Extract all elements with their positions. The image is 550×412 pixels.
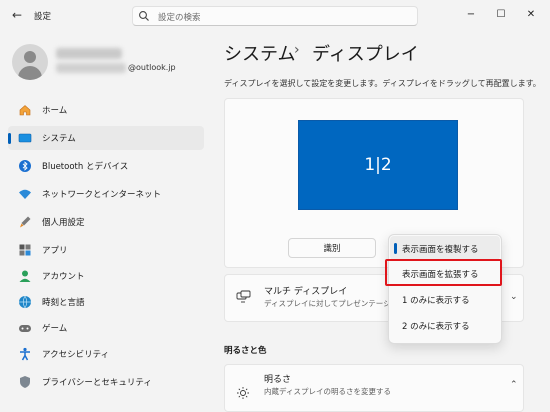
gamepad-icon [18,321,32,335]
chevron-down-icon[interactable]: ⌄ [510,292,518,302]
user-name-redacted [56,48,122,59]
shield-icon [18,375,32,389]
sidebar-item-label: プライバシーとセキュリティ [42,378,152,388]
sidebar-item-accessibility[interactable]: アクセシビリティ [8,342,204,366]
search-icon [139,11,149,21]
sidebar-item-home[interactable]: ホーム [8,98,204,122]
wifi-icon [18,187,32,201]
app-title: 設定 [34,12,52,22]
maximize-icon: ☐ [496,8,506,20]
monitor-tile[interactable]: 1|2 [298,120,458,210]
search-placeholder: 設定の検索 [158,13,201,23]
dropdown-option-label: 2 のみに表示する [402,322,470,332]
back-button[interactable]: ← [8,6,26,24]
dropdown-option-label: 表示画面を複製する [402,245,479,255]
sidebar-item-privacy[interactable]: プライバシーとセキュリティ [8,370,204,394]
accessibility-icon [18,347,32,361]
minimize-button[interactable]: − [456,4,486,24]
identify-label: 識別 [323,244,341,254]
sidebar-item-label: ホーム [42,106,68,116]
page-title: ディスプレイ [312,44,419,65]
multi-display-title: マルチ ディスプレイ [264,287,348,297]
sidebar-item-system[interactable]: システム [8,126,204,150]
annotation-highlight-box [385,259,502,286]
user-email-redacted [56,63,126,73]
dropdown-option-duplicate[interactable]: 表示画面を複製する [390,236,500,260]
person-icon [18,269,32,283]
home-icon [18,103,32,117]
system-display-icon [18,131,32,145]
sidebar-item-accounts[interactable]: アカウント [8,264,204,288]
user-email: @outlook.jp [128,63,176,72]
sidebar-item-personalization[interactable]: 個人用設定 [8,210,204,234]
sidebar-item-gaming[interactable]: ゲーム [8,316,204,340]
globe-clock-icon [18,295,32,309]
arrangement-description: ディスプレイを選択して設定を変更します。ディスプレイをドラッグして再配置します。 [224,79,541,88]
sidebar-item-label: Bluetooth とデバイス [42,162,129,172]
minimize-icon: − [466,8,476,20]
sidebar-item-label: アカウント [42,272,85,282]
avatar[interactable] [12,44,48,80]
sidebar-item-network[interactable]: ネットワークとインターネット [8,182,204,206]
sidebar-item-time-language[interactable]: 時刻と言語 [8,290,204,314]
close-button[interactable]: ✕ [516,4,546,24]
close-icon: ✕ [526,8,536,20]
brush-icon [18,215,32,229]
identify-button[interactable]: 識別 [288,238,376,258]
sidebar-item-label: ゲーム [42,324,68,334]
brightness-section-heading: 明るさと色 [224,346,267,356]
multi-monitor-icon [236,290,251,303]
sidebar-item-label: システム [42,134,76,144]
dropdown-option-only-1[interactable]: 1 のみに表示する [390,287,500,311]
sidebar-item-label: アクセシビリティ [42,350,110,360]
breadcrumb-parent[interactable]: システム [224,40,295,66]
chevron-up-icon[interactable]: ⌃ [510,380,518,390]
monitor-label: 1|2 [364,155,392,175]
apps-icon [18,243,32,257]
dropdown-option-label: 1 のみに表示する [402,296,470,306]
brightness-subtitle: 内蔵ディスプレイの明るさを変更する [264,387,391,396]
sidebar-item-bluetooth[interactable]: Bluetooth とデバイス [8,154,204,178]
breadcrumb-separator: › [294,42,300,58]
sidebar-item-apps[interactable]: アプリ [8,238,204,262]
sidebar-item-label: 時刻と言語 [42,298,85,308]
sidebar-item-label: アプリ [42,246,68,256]
sidebar-item-label: 個人用設定 [42,218,85,228]
sidebar-item-label: ネットワークとインターネット [42,190,162,200]
back-arrow-icon: ← [11,8,23,22]
bluetooth-icon [18,159,32,173]
selected-indicator [394,243,397,254]
maximize-button[interactable]: ☐ [486,4,516,24]
dropdown-option-only-2[interactable]: 2 のみに表示する [390,313,500,337]
sun-icon [237,387,249,399]
brightness-title: 明るさ [264,375,292,385]
selected-indicator [8,133,11,144]
